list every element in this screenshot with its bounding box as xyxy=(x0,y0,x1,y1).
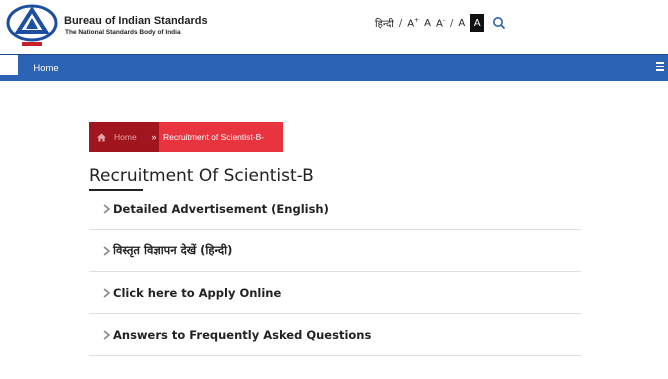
chevron-right-icon xyxy=(103,287,111,298)
accessibility-tools: हिन्दी / A+ A A- / A A xyxy=(375,14,506,32)
list-item[interactable]: Detailed Advertisement (English) xyxy=(89,188,581,230)
bis-logo-icon[interactable] xyxy=(4,4,60,48)
link-list: Detailed Advertisement (English) विस्तृत… xyxy=(89,188,581,356)
nav-left-block xyxy=(0,55,18,75)
list-item-label: Click here to Apply Online xyxy=(113,285,282,300)
org-name: Bureau of Indian Standards xyxy=(64,15,208,27)
list-item[interactable]: Answers to Frequently Asked Questions xyxy=(89,314,581,356)
separator: / xyxy=(450,17,454,29)
font-decrease-button[interactable]: A- xyxy=(436,17,445,29)
org-tagline: The National Standards Body of India xyxy=(65,29,181,36)
font-increase-button[interactable]: A+ xyxy=(407,17,419,29)
list-item[interactable]: विस्तृत विज्ञापन देखें (हिन्दी) xyxy=(89,230,581,272)
language-link[interactable]: हिन्दी xyxy=(375,16,394,30)
breadcrumb: Home » Recruitment of Scientist-B- xyxy=(89,122,283,152)
chevron-right-icon xyxy=(103,203,111,214)
list-item-label: Detailed Advertisement (English) xyxy=(113,201,329,216)
site-header: Bureau of Indian Standards The National … xyxy=(0,0,668,52)
list-item[interactable]: Click here to Apply Online xyxy=(89,272,581,314)
main-navbar: Home xyxy=(0,54,668,81)
contrast-dark-button[interactable]: A xyxy=(470,14,485,32)
contrast-normal-button[interactable]: A xyxy=(458,18,465,29)
chevron-right-icon xyxy=(103,329,111,340)
separator: / xyxy=(398,17,403,29)
breadcrumb-home-label: Home xyxy=(114,132,137,142)
nav-home-link[interactable]: Home xyxy=(18,55,74,81)
list-item-label: विस्तृत विज्ञापन देखें (हिन्दी) xyxy=(113,243,233,257)
breadcrumb-separator: » xyxy=(151,132,157,142)
breadcrumb-current: Recruitment of Scientist-B- xyxy=(159,122,283,152)
hamburger-icon[interactable] xyxy=(656,62,664,72)
chevron-right-icon xyxy=(103,245,111,256)
list-item-label: Answers to Frequently Asked Questions xyxy=(113,327,372,342)
home-icon xyxy=(97,132,106,142)
page-title: Recruitment Of Scientist-B xyxy=(89,166,314,186)
font-normal-button[interactable]: A xyxy=(424,18,431,29)
search-icon[interactable] xyxy=(492,16,506,30)
title-underline xyxy=(89,189,143,191)
